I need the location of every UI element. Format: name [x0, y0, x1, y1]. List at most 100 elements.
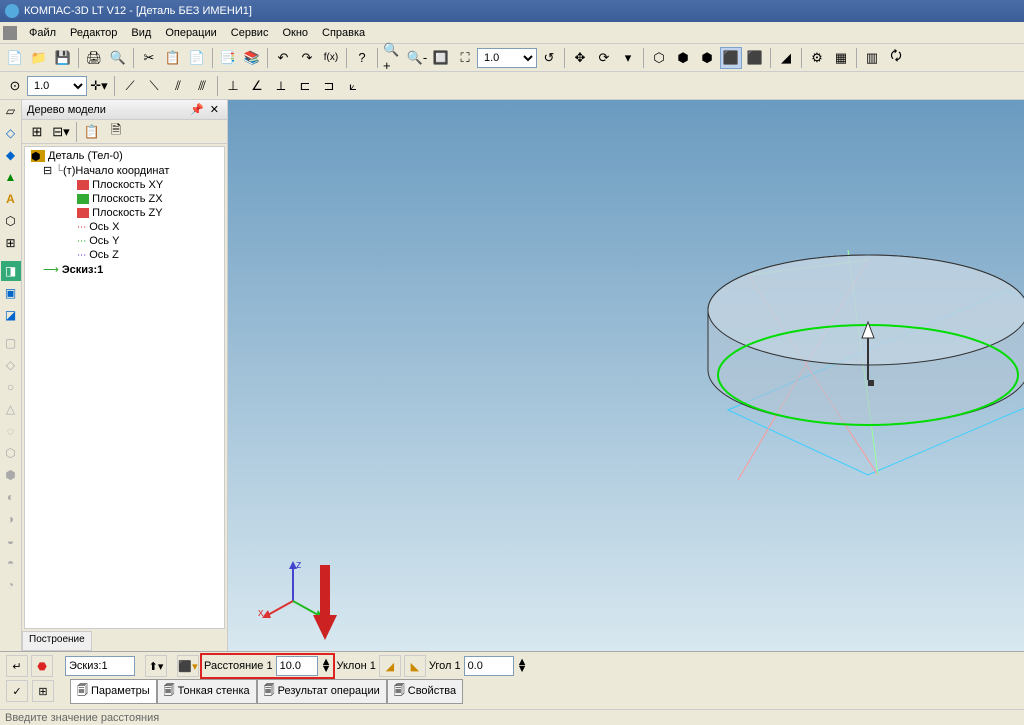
tab-params[interactable]: 🗐Параметры	[70, 679, 157, 704]
tab-properties[interactable]: 🗐Свойства	[387, 679, 463, 704]
rail-t4[interactable]: △	[1, 399, 21, 419]
tree-tb3[interactable]: 📋	[81, 121, 103, 143]
paste-button[interactable]: 📄	[186, 47, 208, 69]
redraw-button[interactable]: 🗘	[885, 47, 907, 69]
menu-operations[interactable]: Операции	[158, 24, 223, 42]
redo-button[interactable]: ↷	[296, 47, 318, 69]
tree-plane-xy[interactable]: Плоскость XY	[27, 178, 222, 192]
constr4-button[interactable]: ⊏	[294, 75, 316, 97]
tree-tb2[interactable]: ⊟▾	[50, 121, 72, 143]
fx-button[interactable]: f(x)	[320, 47, 342, 69]
constr2-button[interactable]: ∠	[246, 75, 268, 97]
tab-thin-wall[interactable]: 🗐Тонкая стенка	[157, 679, 257, 704]
section-button[interactable]: ▥	[861, 47, 883, 69]
direction-button[interactable]: ⬆▾	[145, 655, 167, 677]
rail-t10[interactable]: ◒	[1, 531, 21, 551]
prop-stop-button[interactable]: ⬣	[31, 655, 53, 677]
tree-pin-button[interactable]: 📌	[187, 104, 207, 116]
shaded-edges-button[interactable]: ⬛	[744, 47, 766, 69]
copy-button[interactable]: 📋	[162, 47, 184, 69]
prop-tree-button[interactable]: ⊞	[32, 680, 54, 702]
rail-dim[interactable]: ◆	[1, 145, 21, 165]
distance-spin-down[interactable]: ▼	[321, 666, 332, 673]
coord-button[interactable]: ✛▾	[88, 75, 110, 97]
pan-button[interactable]: ✥	[569, 47, 591, 69]
menu-window[interactable]: Окно	[275, 24, 315, 42]
tree-plane-zy[interactable]: Плоскость ZY	[27, 206, 222, 220]
perspective-button[interactable]: ◢	[775, 47, 797, 69]
rail-t12[interactable]: ◔	[1, 575, 21, 595]
menu-editor[interactable]: Редактор	[63, 24, 124, 42]
rebuild-button[interactable]: ⚙	[806, 47, 828, 69]
viewport[interactable]: z x y	[228, 100, 1024, 651]
tree-close-button[interactable]: ✕	[207, 104, 222, 116]
props-button[interactable]: 📑	[217, 47, 239, 69]
rail-t5[interactable]: ◌	[1, 421, 21, 441]
rail-t8[interactable]: ◐	[1, 487, 21, 507]
shaded-button[interactable]: ⬛	[720, 47, 742, 69]
simplify-button[interactable]: ▦	[830, 47, 852, 69]
snap3-button[interactable]: ⫽	[167, 75, 189, 97]
cut-button[interactable]: ✂	[138, 47, 160, 69]
tree-body[interactable]: ⬢Деталь (Тел-0) ⊟└(т)Начало координат Пл…	[24, 146, 225, 629]
tree-tb4[interactable]: 🗎	[105, 121, 127, 143]
rail-t11[interactable]: ◓	[1, 553, 21, 573]
menu-view[interactable]: Вид	[124, 24, 158, 42]
snap-button[interactable]: ⊙	[4, 75, 26, 97]
save-button[interactable]: 💾	[52, 47, 74, 69]
rail-op2[interactable]: ▣	[1, 283, 21, 303]
menu-service[interactable]: Сервис	[224, 24, 276, 42]
open-button[interactable]: 📁	[28, 47, 50, 69]
zoom-fit-button[interactable]: ⛶	[454, 47, 476, 69]
rail-t7[interactable]: ⬢	[1, 465, 21, 485]
rail-edit[interactable]: ▲	[1, 167, 21, 187]
constr1-button[interactable]: ⊥	[222, 75, 244, 97]
tree-plane-zx[interactable]: Плоскость ZX	[27, 192, 222, 206]
zoom-in-button[interactable]: 🔍+	[382, 47, 404, 69]
rail-t9[interactable]: ◑	[1, 509, 21, 529]
menu-help[interactable]: Справка	[315, 24, 372, 42]
zoom-out-button[interactable]: 🔍-	[406, 47, 428, 69]
rail-text[interactable]: A	[1, 189, 21, 209]
rail-t3[interactable]: ○	[1, 377, 21, 397]
tree-axis-x[interactable]: ∙∙∙ Ось X	[27, 220, 222, 234]
lcs-button[interactable]: ⟀	[342, 75, 364, 97]
constr3-button[interactable]: ⟂	[270, 75, 292, 97]
tree-tab-build[interactable]: Построение	[22, 631, 92, 651]
slope-button2[interactable]: ◣	[404, 655, 426, 677]
slope-button[interactable]: ◢	[379, 655, 401, 677]
handle-2[interactable]	[868, 380, 874, 386]
type-button[interactable]: ⬛▾	[177, 655, 199, 677]
orient-button[interactable]: ▾	[617, 47, 639, 69]
rail-t1[interactable]: ▢	[1, 333, 21, 353]
snap4-button[interactable]: ⫻	[191, 75, 213, 97]
rail-spatial[interactable]: ⬡	[1, 211, 21, 231]
rail-op1[interactable]: ◨	[1, 261, 21, 281]
tree-axis-z[interactable]: ∙∙∙ Ось Z	[27, 248, 222, 262]
library-button[interactable]: 📚	[241, 47, 263, 69]
rail-select[interactable]: ▱	[1, 101, 21, 121]
tree-axis-y[interactable]: ∙∙∙ Ось Y	[27, 234, 222, 248]
help-button[interactable]: ?	[351, 47, 373, 69]
snap2-button[interactable]: ⟍	[143, 75, 165, 97]
no-hidden-button[interactable]: ⬢	[696, 47, 718, 69]
zoom-window-button[interactable]: 🔲	[430, 47, 452, 69]
step-combo[interactable]: 1.0	[27, 76, 87, 96]
new-button[interactable]: 📄	[4, 47, 26, 69]
hidden-button[interactable]: ⬢	[672, 47, 694, 69]
print-button[interactable]: 🖨	[83, 47, 105, 69]
tree-root[interactable]: ⬢Деталь (Тел-0)	[27, 149, 222, 163]
tree-sketch[interactable]: ⟶ Эскиз:1	[27, 262, 222, 277]
rail-geom[interactable]: ◇	[1, 123, 21, 143]
rail-t6[interactable]: ⬡	[1, 443, 21, 463]
tree-tb1[interactable]: ⊞	[26, 121, 48, 143]
undo-button[interactable]: ↶	[272, 47, 294, 69]
rail-op3[interactable]: ◪	[1, 305, 21, 325]
snap1-button[interactable]: ⟋	[119, 75, 141, 97]
rotate-button[interactable]: ⟳	[593, 47, 615, 69]
tab-result[interactable]: 🗐Результат операции	[257, 679, 387, 704]
sketch-field[interactable]	[65, 656, 135, 676]
zoom-prev-button[interactable]: ↺	[538, 47, 560, 69]
rail-aux[interactable]: ⊞	[1, 233, 21, 253]
prop-back-button[interactable]: ↵	[6, 655, 28, 677]
